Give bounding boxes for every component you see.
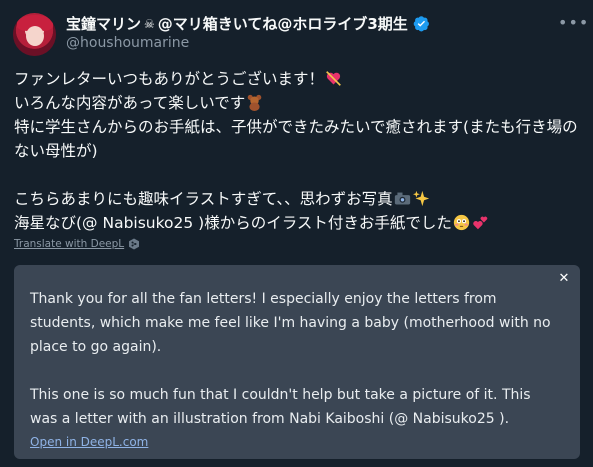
tweet-line-1-text: ファンレターいつもありがとうございます！ <box>14 70 325 88</box>
two-hearts-emoji-icon <box>472 214 489 231</box>
tweet-header: 宝鐘マリン ☠ @マリ箱きいてね@ホロライブ3期生 @houshoumarine… <box>13 12 588 56</box>
verified-badge-icon <box>413 16 429 32</box>
camera-flash-emoji-icon <box>394 190 411 207</box>
tweet-line-6: 海星なび(@ Nabisuko25 )様からのイラスト付きお手紙でした <box>14 211 584 235</box>
translation-text: Thank you for all the fan letters! I esp… <box>30 287 562 431</box>
avatar-face <box>26 26 44 46</box>
translation-panel: ✕ Thank you for all the fan letters! I e… <box>14 265 580 459</box>
tweet-line-2: いろんな内容があって楽しいです <box>14 91 584 115</box>
display-name-text: 宝鐘マリン <box>66 15 142 33</box>
flushed-face-emoji-icon <box>453 214 470 231</box>
display-name[interactable]: 宝鐘マリン ☠ @マリ箱きいてね@ホロライブ3期生 <box>66 13 430 34</box>
translate-with-deepl-link[interactable]: Translate with DeepL <box>14 238 124 250</box>
close-icon[interactable]: ✕ <box>557 272 571 286</box>
deepl-icon <box>129 238 140 250</box>
open-in-deepl-link[interactable]: Open in DeepL.com <box>30 435 148 449</box>
tweet-text: ファンレターいつもありがとうございます！ いろんな内容があって楽しいです 特に学… <box>14 67 584 235</box>
tweet-line-2-text: いろんな内容があって楽しいです <box>14 94 246 112</box>
sparkles-emoji-icon <box>412 190 430 207</box>
teddy-bear-emoji-icon <box>246 94 263 111</box>
translate-row: Translate with DeepL <box>14 238 140 250</box>
translation-paragraph-2: This one is so much fun that I couldn't … <box>30 387 531 427</box>
pirate-flag-icon: ☠ <box>144 16 155 31</box>
user-handle[interactable]: @houshoumarine <box>66 35 189 51</box>
tweet-line-6-text: 海星なび(@ Nabisuko25 )様からのイラスト付きお手紙でした <box>14 214 452 232</box>
more-icon[interactable]: ••• <box>558 15 588 34</box>
tweet-line-5-text: こちらあまりにも趣味イラストすぎて、、思わずお写真 <box>14 190 393 208</box>
tweet-line-1: ファンレターいつもありがとうございます！ <box>14 67 584 91</box>
translation-paragraph-1: Thank you for all the fan letters! I esp… <box>30 291 551 355</box>
display-name-suffix: @マリ箱きいてね@ホロライブ3期生 <box>157 15 408 33</box>
tweet-line-5: こちらあまりにも趣味イラストすぎて、、思わずお写真 <box>14 187 584 211</box>
heart-arrow-emoji-icon <box>325 70 342 87</box>
tweet-line-3: 特に学生さんからのお手紙は、子供ができたみたいで癒されます(またも行き場のない母… <box>14 118 578 160</box>
avatar[interactable] <box>13 13 56 56</box>
translation-blank-line <box>30 359 562 383</box>
